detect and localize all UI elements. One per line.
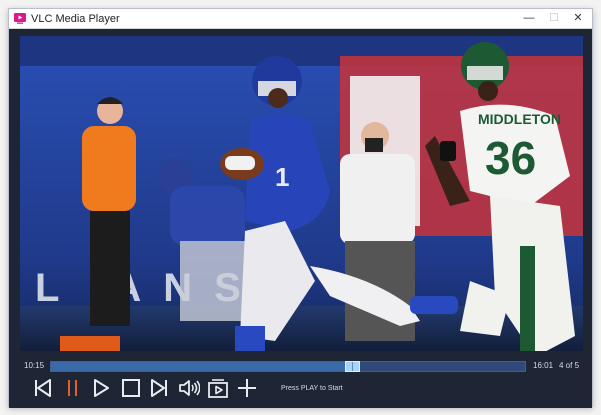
- playlist-position: 4 of 5: [559, 361, 580, 370]
- seek-bar[interactable]: [50, 361, 526, 372]
- plus-icon: [238, 379, 256, 397]
- video-frame[interactable]: L ANS 1 MIDDLETON 36: [20, 36, 583, 357]
- play-icon: [94, 379, 109, 397]
- duration-time: 16:01: [533, 361, 554, 370]
- close-button[interactable]: ✕: [564, 9, 592, 28]
- status-message: Press PLAY to Start: [281, 385, 343, 392]
- stop-button[interactable]: [120, 377, 142, 399]
- elapsed-time: 10:15: [24, 361, 45, 370]
- official-figure: [82, 97, 136, 326]
- seek-handle[interactable]: [345, 361, 360, 372]
- stop-icon: [122, 379, 140, 397]
- volume-button[interactable]: [178, 377, 200, 399]
- minimize-button[interactable]: —: [515, 9, 543, 28]
- vlc-window: VLC Media Player — ☐ ✕ L ANS 1 MIDDLETON…: [8, 8, 593, 408]
- defender-name-text: MIDDLETON: [478, 111, 561, 127]
- add-button[interactable]: [236, 377, 258, 399]
- play-button[interactable]: [90, 377, 112, 399]
- playlist-button[interactable]: [207, 377, 229, 399]
- vlc-app-icon: [14, 13, 26, 24]
- title-bar[interactable]: VLC Media Player — ☐ ✕: [9, 9, 592, 29]
- skip-next-icon: [151, 379, 167, 397]
- previous-button[interactable]: [32, 377, 54, 399]
- skip-previous-icon: [35, 379, 51, 397]
- playlist-play-icon: [208, 379, 228, 398]
- window-title: VLC Media Player: [31, 13, 120, 25]
- video-picture: L ANS 1 MIDDLETON 36: [20, 36, 583, 357]
- defender-jersey-number: 36: [485, 132, 536, 184]
- volume-icon: [179, 380, 200, 396]
- runner-jersey-number: 1: [275, 162, 289, 192]
- pause-icon: [68, 380, 77, 396]
- pause-button[interactable]: [62, 377, 84, 399]
- next-button[interactable]: [148, 377, 170, 399]
- control-bar: 10:15 16:01 4 of 5 Press PLAY to Start: [9, 351, 592, 408]
- seek-progress: [51, 362, 353, 371]
